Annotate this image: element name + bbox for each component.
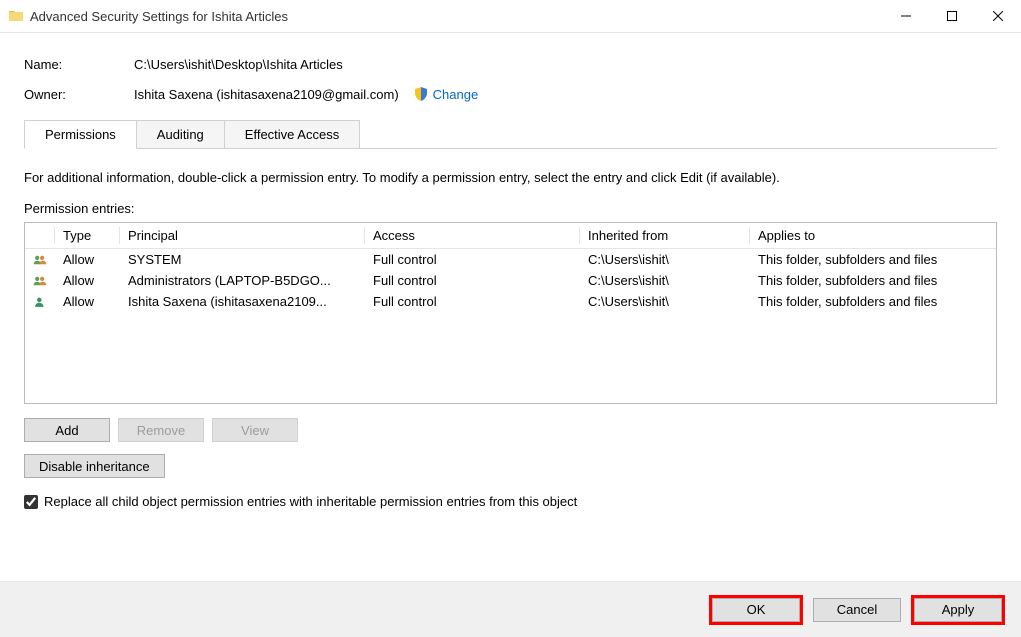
tabs: Permissions Auditing Effective Access xyxy=(24,120,997,149)
permission-entries-label: Permission entries: xyxy=(24,201,997,216)
row-principal: SYSTEM xyxy=(120,250,365,269)
change-owner-link[interactable]: Change xyxy=(433,87,479,102)
ok-highlight: OK xyxy=(709,595,803,625)
ok-button[interactable]: OK xyxy=(712,598,800,622)
tab-permissions[interactable]: Permissions xyxy=(24,120,137,149)
row-inherited: C:\Users\ishit\ xyxy=(580,271,750,290)
row-applies: This folder, subfolders and files xyxy=(750,271,996,290)
replace-children-checkbox-row[interactable]: Replace all child object permission entr… xyxy=(24,494,997,509)
maximize-button[interactable] xyxy=(929,0,975,32)
close-button[interactable] xyxy=(975,0,1021,32)
row-type: Allow xyxy=(55,250,120,269)
row-type: Allow xyxy=(55,271,120,290)
cancel-button[interactable]: Cancel xyxy=(813,598,901,622)
owner-row: Owner: Ishita Saxena (ishitasaxena2109@g… xyxy=(24,86,997,102)
row-principal: Administrators (LAPTOP-B5DGO... xyxy=(120,271,365,290)
table-header: Type Principal Access Inherited from App… xyxy=(25,223,996,249)
row-icon xyxy=(25,272,55,290)
permission-table: Type Principal Access Inherited from App… xyxy=(24,222,997,404)
view-button: View xyxy=(212,418,298,442)
row-principal: Ishita Saxena (ishitasaxena2109... xyxy=(120,292,365,311)
col-applies[interactable]: Applies to xyxy=(750,223,996,248)
col-icon[interactable] xyxy=(25,223,55,248)
table-row[interactable]: AllowAdministrators (LAPTOP-B5DGO...Full… xyxy=(25,270,996,291)
dialog-footer: OK Cancel Apply xyxy=(0,582,1021,637)
row-access: Full control xyxy=(365,250,580,269)
row-applies: This folder, subfolders and files xyxy=(750,250,996,269)
tab-auditing[interactable]: Auditing xyxy=(136,120,225,149)
minimize-button[interactable] xyxy=(883,0,929,32)
owner-value: Ishita Saxena (ishitasaxena2109@gmail.co… xyxy=(134,87,399,102)
tab-content: For additional information, double-click… xyxy=(24,148,997,509)
table-body: AllowSYSTEMFull controlC:\Users\ishit\Th… xyxy=(25,249,996,403)
window-title: Advanced Security Settings for Ishita Ar… xyxy=(30,9,883,24)
name-label: Name: xyxy=(24,57,134,72)
apply-highlight: Apply xyxy=(911,595,1005,625)
name-value: C:\Users\ishit\Desktop\Ishita Articles xyxy=(134,57,343,72)
owner-label: Owner: xyxy=(24,87,134,102)
table-row[interactable]: AllowIshita Saxena (ishitasaxena2109...F… xyxy=(25,291,996,312)
name-row: Name: C:\Users\ishit\Desktop\Ishita Arti… xyxy=(24,57,997,72)
table-row[interactable]: AllowSYSTEMFull controlC:\Users\ishit\Th… xyxy=(25,249,996,270)
titlebar: Advanced Security Settings for Ishita Ar… xyxy=(0,0,1021,32)
col-access[interactable]: Access xyxy=(365,223,580,248)
row-inherited: C:\Users\ishit\ xyxy=(580,250,750,269)
row-access: Full control xyxy=(365,292,580,311)
remove-button: Remove xyxy=(118,418,204,442)
tab-effective-access[interactable]: Effective Access xyxy=(224,120,360,149)
row-applies: This folder, subfolders and files xyxy=(750,292,996,311)
info-text: For additional information, double-click… xyxy=(24,170,997,185)
apply-button[interactable]: Apply xyxy=(914,598,1002,622)
row-icon xyxy=(25,251,55,269)
folder-icon xyxy=(8,8,24,24)
col-inherited[interactable]: Inherited from xyxy=(580,223,750,248)
col-principal[interactable]: Principal xyxy=(120,223,365,248)
shield-icon xyxy=(413,86,429,102)
row-inherited: C:\Users\ishit\ xyxy=(580,292,750,311)
replace-children-checkbox[interactable] xyxy=(24,495,38,509)
content-area: Name: C:\Users\ishit\Desktop\Ishita Arti… xyxy=(0,32,1021,582)
col-type[interactable]: Type xyxy=(55,223,120,248)
row-icon xyxy=(25,293,55,311)
add-button[interactable]: Add xyxy=(24,418,110,442)
disable-inheritance-button[interactable]: Disable inheritance xyxy=(24,454,165,478)
entry-buttons: Add Remove View xyxy=(24,418,997,442)
row-type: Allow xyxy=(55,292,120,311)
row-access: Full control xyxy=(365,271,580,290)
replace-children-label: Replace all child object permission entr… xyxy=(44,494,577,509)
